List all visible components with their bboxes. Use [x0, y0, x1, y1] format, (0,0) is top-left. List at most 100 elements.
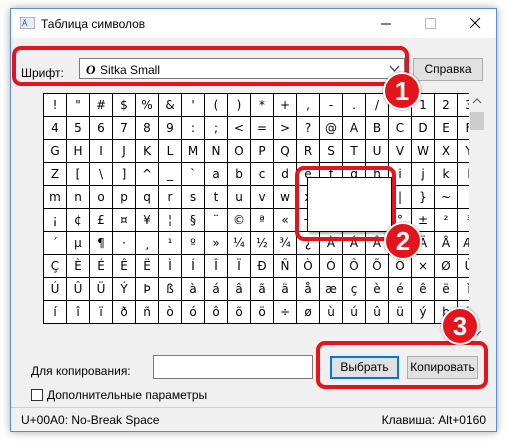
char-cell[interactable]: í [44, 301, 67, 324]
char-cell[interactable]: V [389, 140, 412, 163]
char-cell[interactable]: A [343, 117, 366, 140]
char-cell[interactable]: w [274, 186, 297, 209]
char-cell[interactable]: S [320, 140, 343, 163]
char-cell[interactable]: ) [228, 94, 251, 117]
maximize-icon[interactable] [408, 9, 453, 38]
char-cell[interactable]: Å [435, 232, 458, 255]
grid-scrollbar[interactable] [469, 93, 485, 343]
char-cell[interactable]: G [44, 140, 67, 163]
char-cell[interactable]: ¼ [228, 232, 251, 255]
char-cell[interactable]: £ [90, 209, 113, 232]
char-cell[interactable]: 8 [136, 117, 159, 140]
char-cell[interactable]: & [159, 94, 182, 117]
close-icon[interactable] [453, 9, 498, 38]
char-cell[interactable]: = [251, 117, 274, 140]
char-cell[interactable]: B [366, 117, 389, 140]
char-cell[interactable]: ß [159, 278, 182, 301]
char-cell[interactable]: E [435, 117, 458, 140]
char-cell[interactable]: R [297, 140, 320, 163]
char-cell[interactable]: \ [90, 163, 113, 186]
char-cell[interactable]: Ð [251, 255, 274, 278]
char-cell[interactable]: ² [435, 209, 458, 232]
char-cell[interactable]: 7 [113, 117, 136, 140]
char-cell[interactable]: º [182, 232, 205, 255]
char-cell[interactable]: , [297, 94, 320, 117]
minimize-icon[interactable] [363, 9, 408, 38]
char-cell[interactable]: ê [412, 278, 435, 301]
char-cell[interactable]: C [389, 117, 412, 140]
char-cell[interactable]: X [435, 140, 458, 163]
char-cell[interactable]: ÷ [274, 301, 297, 324]
char-cell[interactable]: È [67, 255, 90, 278]
char-cell[interactable]: 2 [435, 94, 458, 117]
char-cell[interactable]: ¹ [159, 232, 182, 255]
scroll-up-icon[interactable] [472, 97, 482, 105]
char-cell[interactable]: v [251, 186, 274, 209]
char-cell[interactable]: ¤ [113, 209, 136, 232]
char-cell[interactable]: × [412, 255, 435, 278]
char-cell[interactable]: 5 [67, 117, 90, 140]
char-cell[interactable]: L [159, 140, 182, 163]
char-cell[interactable]: ñ [136, 301, 159, 324]
char-cell[interactable]: Ï [228, 255, 251, 278]
char-cell[interactable]: ä [274, 278, 297, 301]
title-bar[interactable]: Ä Таблица символов [11, 9, 496, 38]
char-cell[interactable]: Ø [435, 255, 458, 278]
char-cell[interactable]: k [435, 163, 458, 186]
char-cell[interactable]: ; [205, 117, 228, 140]
char-cell[interactable]: D [412, 117, 435, 140]
char-cell[interactable]: 4 [44, 117, 67, 140]
char-cell[interactable]: I [90, 140, 113, 163]
character-grid[interactable]: !"#$%&'()*+,-./0123456789:;<=>?@ABCDEFGH… [43, 93, 481, 324]
char-cell[interactable]: s [182, 186, 205, 209]
char-cell[interactable]: . [343, 94, 366, 117]
char-cell[interactable]: ð [113, 301, 136, 324]
char-cell[interactable]: è [366, 278, 389, 301]
char-cell[interactable]: " [67, 94, 90, 117]
char-cell[interactable]: Ì [159, 255, 182, 278]
char-cell[interactable]: 9 [159, 117, 182, 140]
char-cell[interactable]: p [113, 186, 136, 209]
char-cell[interactable]: ù [320, 301, 343, 324]
char-cell[interactable]: $ [113, 94, 136, 117]
char-cell[interactable]: ¦ [159, 209, 182, 232]
char-cell[interactable]: ` [182, 163, 205, 186]
help-button[interactable]: Справка [413, 58, 483, 81]
char-cell[interactable]: Q [274, 140, 297, 163]
char-cell[interactable]: ï [90, 301, 113, 324]
char-cell[interactable]: j [412, 163, 435, 186]
advanced-options[interactable]: Дополнительные параметры [31, 387, 207, 402]
char-cell[interactable]: æ [320, 278, 343, 301]
advanced-options-checkbox[interactable] [31, 388, 43, 401]
char-cell[interactable]: ú [343, 301, 366, 324]
char-cell[interactable]: ] [113, 163, 136, 186]
char-cell[interactable]: ö [251, 301, 274, 324]
char-cell[interactable]: q [136, 186, 159, 209]
char-cell[interactable]: ^ [136, 163, 159, 186]
char-cell[interactable]: K [136, 140, 159, 163]
char-cell[interactable]: ¶ [90, 232, 113, 255]
char-cell[interactable]: ã [251, 278, 274, 301]
char-cell[interactable]: Û [67, 278, 90, 301]
char-cell[interactable]: u [228, 186, 251, 209]
char-cell[interactable]: H [67, 140, 90, 163]
char-cell[interactable]: ¸ [136, 232, 159, 255]
char-cell[interactable]: à [182, 278, 205, 301]
char-cell[interactable]: r [159, 186, 182, 209]
char-cell[interactable]: > [274, 117, 297, 140]
char-cell[interactable]: » [205, 232, 228, 255]
char-cell[interactable]: ¡ [44, 209, 67, 232]
char-cell[interactable]: [ [67, 163, 90, 186]
char-cell[interactable]: U [366, 140, 389, 163]
char-cell[interactable]: õ [228, 301, 251, 324]
char-cell[interactable]: ë [435, 278, 458, 301]
char-cell[interactable]: - [320, 94, 343, 117]
char-cell[interactable]: ç [343, 278, 366, 301]
char-cell[interactable]: « [274, 209, 297, 232]
char-cell[interactable]: 6 [90, 117, 113, 140]
char-cell[interactable]: ( [205, 94, 228, 117]
char-cell[interactable]: o [90, 186, 113, 209]
scroll-thumb[interactable] [470, 112, 484, 130]
char-cell[interactable]: W [412, 140, 435, 163]
char-cell[interactable]: ô [205, 301, 228, 324]
